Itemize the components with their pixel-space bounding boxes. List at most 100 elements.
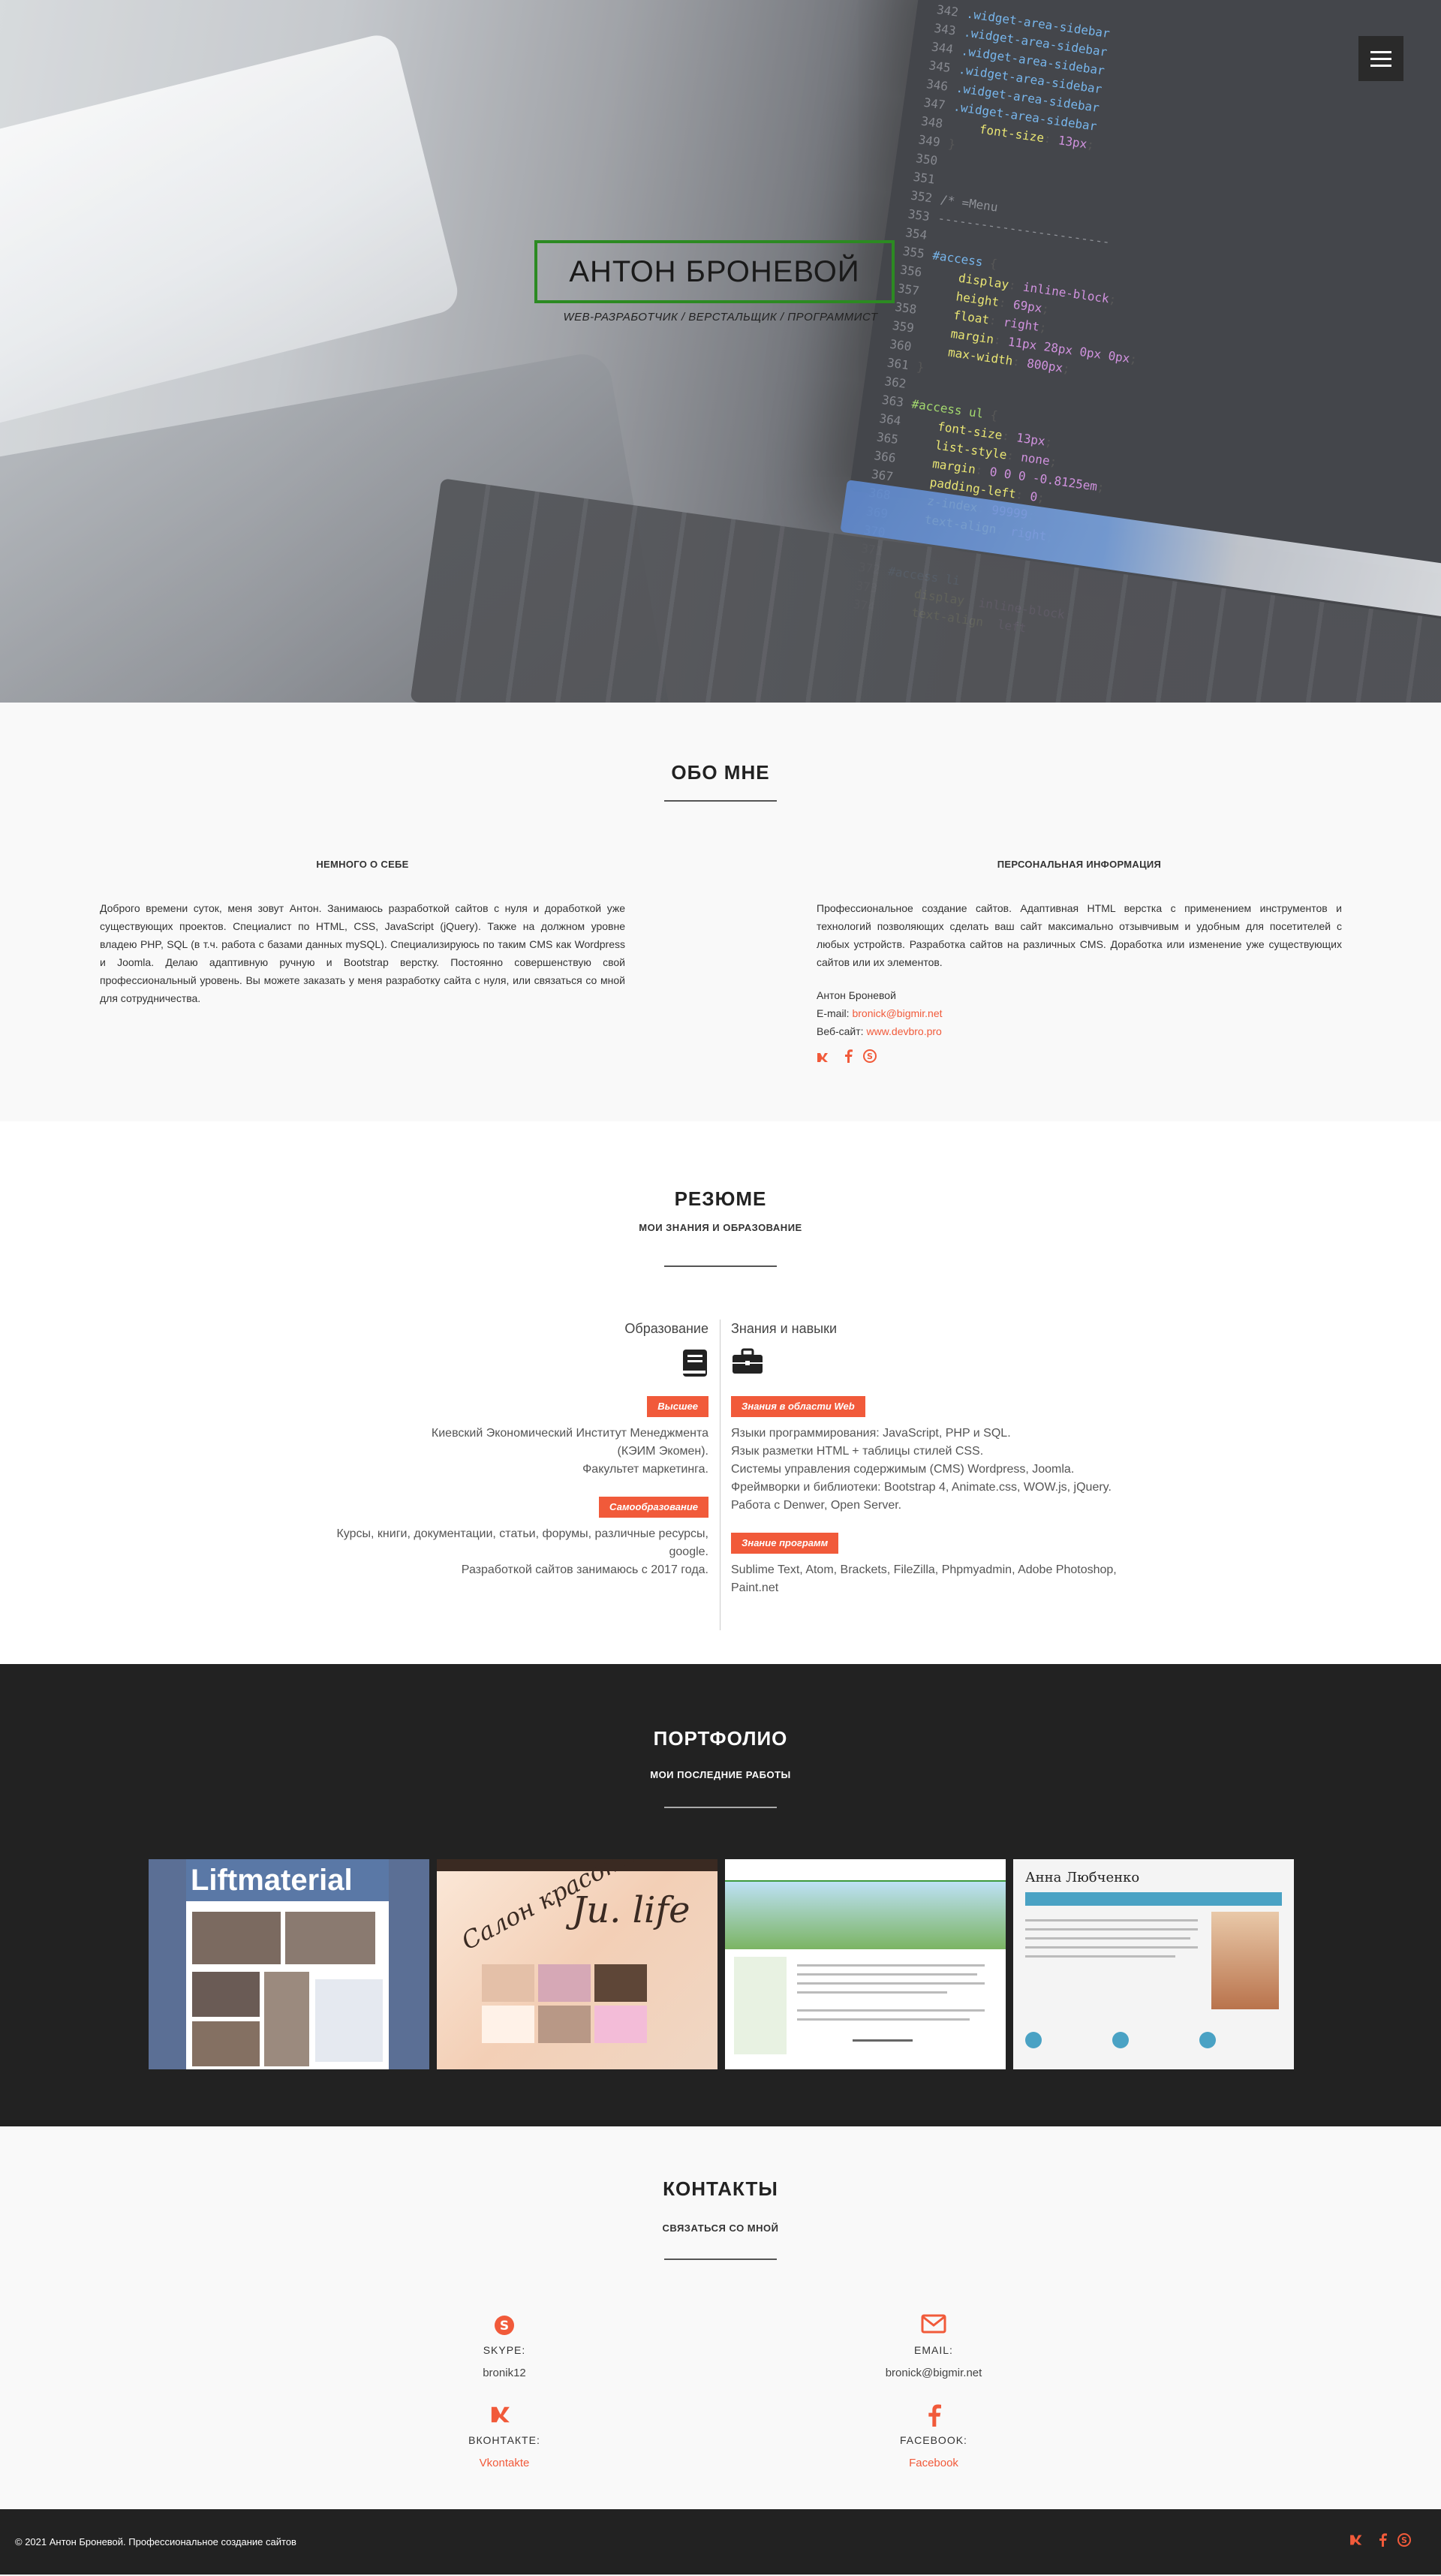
briefcase-icon [731,1348,1196,1378]
thumb-text-line [797,1982,985,1985]
email-link[interactable]: bronick@bigmir.net [852,1007,942,1019]
contact-vk: ВКОНТАКТЕ: Vkontakte [354,2404,654,2469]
thumb-photo [1211,1912,1279,2009]
portfolio-item-julife[interactable]: Салон красоты Ju. life [437,1859,717,2069]
thumb-text-line [797,2009,985,2012]
portfolio-grid: Liftmaterial Салон красоты Ju. life Анна… [149,1859,1294,2069]
book-icon [243,1348,708,1378]
site-link[interactable]: www.devbro.pro [866,1025,941,1037]
portfolio-item-anna[interactable]: Анна Любченко [1013,1859,1294,2069]
vk-label: ВКОНТАКТЕ: [468,2434,540,2446]
facebook-link[interactable]: Facebook [909,2457,958,2469]
facebook-icon [784,2404,1084,2430]
thumb-sidebar [315,1979,383,2062]
skills-column: Знания и навыки Знания в области Web Язы… [731,1320,1196,1597]
svg-text:S: S [1401,2535,1407,2545]
thumb-feature-icon [1199,2032,1216,2048]
portfolio-section: ПОРТФОЛИО МОИ ПОСЛЕДНИЕ РАБОТЫ Liftmater… [0,1664,1441,2126]
personal-site-row: Веб-сайт: www.devbro.pro [817,1022,1342,1040]
thumb-banner [725,1882,1006,1949]
thumb-photo [538,2006,591,2043]
thumb-photo [192,1972,260,2017]
about-right-text: Профессиональное создание сайтов. Адапти… [817,902,1342,968]
email-label: EMAIL: [914,2344,953,2356]
about-section: ОБО МНЕ НЕМНОГО О СЕБЕ Доброго времени с… [0,703,1441,1121]
skills-line: Paint.net [731,1581,779,1594]
facebook-icon[interactable] [1378,2533,1387,2551]
hero-section: 342 .widget-area-sidebar 343 .widget-area-… [0,0,1441,703]
facebook-icon[interactable] [844,1049,853,1067]
contact-skype: S SKYPE: bronik12 [354,2314,654,2379]
hero-overlay [0,0,1441,703]
skills-heading: Знания и навыки [731,1321,838,1336]
skype-icon[interactable]: S [1397,2533,1411,2551]
footer: © 2021 Антон Броневой. Профессиональное … [0,2509,1441,2574]
portfolio-divider [664,1807,777,1808]
menu-icon[interactable] [1358,36,1403,81]
about-right-heading: ПЕРСОНАЛЬНАЯ ИНФОРМАЦИЯ [997,859,1162,870]
thumb-text-line [797,2018,970,2021]
thumb-text-line [1025,1928,1198,1930]
education-line: google. [669,1545,709,1558]
footer-social: S [1349,2533,1411,2551]
thumb-text-line [1025,1946,1198,1949]
thumb-text-line [797,1973,977,1976]
education-line: Факультет маркетинга. [582,1463,708,1476]
skills-tag-web: Знания в области Web [731,1396,865,1417]
skills-line: Языки программирования: JavaScript, PHP … [731,1427,1011,1440]
skills-line: Язык разметки HTML + таблицы стилей CSS. [731,1445,984,1458]
skills-line: Sublime Text, Atom, Brackets, FileZilla,… [731,1563,1117,1576]
svg-text:S: S [867,1052,873,1061]
skype-icon[interactable]: S [863,1049,877,1067]
thumb-feature-icon [1025,2032,1042,2048]
email-label: E-mail: [817,1007,850,1019]
vk-icon[interactable] [1349,2533,1367,2551]
thumb-name: Анна Любченко [1025,1870,1140,1885]
portfolio-title: ПОРТФОЛИО [653,1727,788,1750]
skype-label: SKYPE: [483,2344,526,2356]
thumb-page: Liftmaterial [186,1859,389,2069]
vk-icon [354,2404,654,2430]
contact-facebook: FACEBOOK: Facebook [784,2404,1084,2469]
thumb-text-line [1025,1955,1175,1958]
facebook-label: FACEBOOK: [900,2434,967,2446]
resume-subtitle: МОИ ЗНАНИЯ И ОБРАЗОВАНИЕ [639,1222,802,1233]
about-left-column: НЕМНОГО О СЕБЕ Доброго времени суток, ме… [100,856,625,1007]
thumb-text-line [1025,1919,1198,1921]
about-social: S [817,1049,1342,1067]
thumb-photo [192,1912,281,1964]
skills-tag-programs: Знание программ [731,1533,839,1554]
thumb-logo-text: Ju. life [572,1889,690,1931]
portfolio-item-liftmaterial[interactable]: Liftmaterial [149,1859,429,2069]
education-line: Курсы, книги, документации, статьи, фору… [336,1527,708,1540]
resume-title: РЕЗЮМЕ [674,1187,767,1210]
thumb-photo [482,1964,534,2002]
portfolio-subtitle: МОИ ПОСЛЕДНИЕ РАБОТЫ [650,1769,791,1780]
hero-subtitle: WEB-РАЗРАБОТЧИК / ВЕРСТАЛЬЩИК / ПРОГРАММ… [563,311,878,324]
thumb-nav [1025,1892,1282,1906]
thumb-logo: Liftmaterial [186,1859,389,1901]
portfolio-item-company[interactable] [725,1859,1006,2069]
skype-value: bronik12 [483,2367,526,2379]
about-divider [664,800,777,802]
vk-icon[interactable] [817,1049,833,1067]
thumb-photo [538,1964,591,2002]
education-heading: Образование [624,1321,708,1336]
skype-icon: S [354,2314,654,2340]
email-icon [784,2314,1084,2340]
contact-email: EMAIL: bronick@bigmir.net [784,2314,1084,2379]
education-tag-higher: Высшее [647,1396,708,1417]
about-left-heading: НЕМНОГО О СЕБЕ [316,859,409,870]
personal-name: Антон Броневой [817,989,896,1001]
skills-line: Работа с Denwer, Open Server. [731,1499,902,1512]
thumb-photo [285,1912,375,1964]
vk-link[interactable]: Vkontakte [480,2457,530,2469]
thumb-feature-icon [1112,2032,1129,2048]
copyright: © 2021 Антон Броневой. Профессиональное … [15,2536,296,2547]
thumb-photo [594,1964,647,2002]
contacts-subtitle: СВЯЗАТЬСЯ СО МНОЙ [662,2222,779,2234]
email-value[interactable]: bronick@bigmir.net [784,2367,1084,2379]
about-title: ОБО МНЕ [671,761,770,784]
thumb-photo [264,1972,309,2066]
thumb-text-line [853,2039,913,2042]
